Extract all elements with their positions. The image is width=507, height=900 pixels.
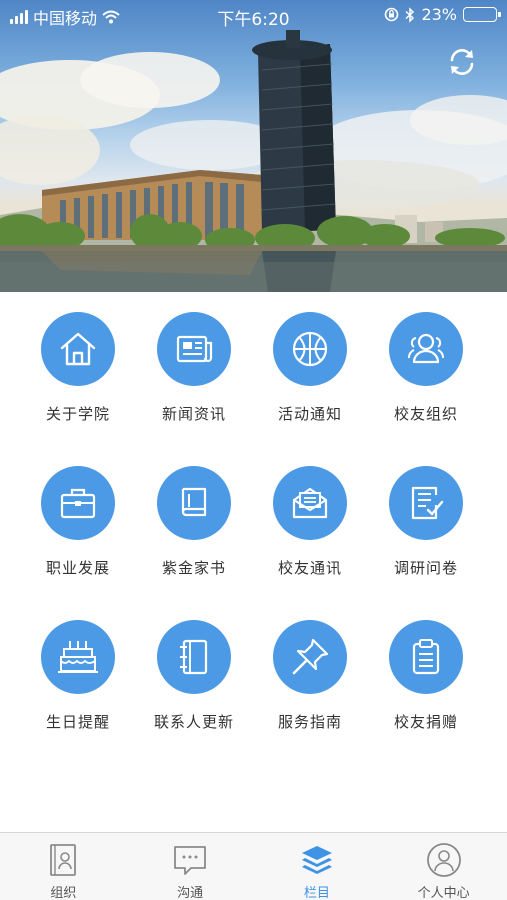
tab-columns[interactable]: 栏目 (254, 833, 381, 900)
menu-item-news[interactable]: 新闻资讯 (136, 292, 252, 442)
chat-bubble-icon (174, 846, 207, 875)
menu-item-label: 新闻资讯 (161, 405, 226, 423)
menu-item-career[interactable]: 职业发展 (20, 446, 136, 596)
briefcase-icon (60, 488, 96, 519)
menu-item-contact-update[interactable]: 联系人更新 (136, 600, 252, 750)
contact-book-icon (180, 639, 208, 675)
menu-item-label: 联系人更新 (153, 713, 234, 731)
campus-photo (0, 30, 507, 292)
tab-organization[interactable]: 组织 (0, 833, 127, 900)
tab-label: 组织 (50, 886, 77, 900)
menu-item-about[interactable]: 关于学院 (20, 292, 136, 442)
menu-item-newsletter[interactable]: 校友通讯 (252, 446, 368, 596)
menu-item-survey[interactable]: 调研问卷 (368, 446, 484, 596)
newspaper-icon (176, 335, 213, 363)
menu-item-label: 校友通讯 (277, 559, 342, 577)
menu-icon-circle (273, 620, 347, 694)
menu-icon-circle (157, 312, 231, 386)
battery-icon (463, 7, 501, 22)
user-circle-icon (426, 843, 461, 877)
menu-item-label: 调研问卷 (393, 559, 458, 577)
menu-icon-circle (41, 466, 115, 540)
banner: 中国移动 下午6:20 23% (0, 0, 507, 292)
menu-icon-circle (389, 312, 463, 386)
menu-item-label: 职业发展 (45, 559, 110, 577)
pushpin-icon (292, 638, 329, 675)
tab-label: 个人中心 (417, 886, 470, 900)
menu-item-donation[interactable]: 校友捐赠 (368, 600, 484, 750)
basketball-icon (292, 331, 328, 367)
menu-item-label: 紫金家书 (161, 559, 226, 577)
menu-item-birthday[interactable]: 生日提醒 (20, 600, 136, 750)
survey-icon (411, 486, 444, 520)
menu-item-alumni-org[interactable]: 校友组织 (368, 292, 484, 442)
menu-icon-circle (41, 620, 115, 694)
menu-item-label: 校友捐赠 (393, 713, 458, 731)
tab-label: 栏目 (303, 886, 330, 900)
menu-icon-circle (157, 466, 231, 540)
menu-item-service-guide[interactable]: 服务指南 (252, 600, 368, 750)
menu-item-label: 活动通知 (277, 405, 342, 423)
menu-icon-circle (389, 620, 463, 694)
menu-icon-circle (273, 466, 347, 540)
status-bar: 中国移动 下午6:20 23% (0, 0, 507, 30)
menu-item-label: 服务指南 (277, 713, 342, 731)
menu-item-activity[interactable]: 活动通知 (252, 292, 368, 442)
tab-label: 沟通 (177, 886, 204, 900)
group-icon (408, 333, 444, 364)
menu-grid: 关于学院 新闻资讯 活动通知 校友组织 职业发展 紫金家书 校友通讯 调研问卷 … (0, 292, 507, 832)
battery-percent: 23% (421, 5, 457, 24)
menu-icon-circle (41, 312, 115, 386)
tab-communication[interactable]: 沟通 (127, 833, 254, 900)
menu-item-letters[interactable]: 紫金家书 (136, 446, 252, 596)
tab-profile[interactable]: 个人中心 (380, 833, 507, 900)
rotation-lock-icon (385, 7, 399, 22)
layers-icon (301, 846, 332, 874)
menu-icon-circle (273, 312, 347, 386)
menu-item-label: 生日提醒 (45, 713, 110, 731)
clipboard-icon (412, 639, 440, 675)
bluetooth-icon (405, 6, 415, 23)
menu-icon-circle (157, 620, 231, 694)
book-icon (181, 487, 207, 517)
menu-item-label: 校友组织 (393, 405, 458, 423)
refresh-button[interactable] (444, 44, 480, 80)
refresh-icon (450, 49, 474, 75)
house-icon (60, 332, 96, 366)
envelope-icon (292, 487, 328, 519)
bottom-tab-bar: 组织 沟通 栏目 个人中心 (0, 832, 507, 900)
cake-icon (58, 641, 98, 673)
menu-icon-circle (389, 466, 463, 540)
contact-card-icon (50, 844, 77, 876)
menu-item-label: 关于学院 (45, 405, 110, 423)
